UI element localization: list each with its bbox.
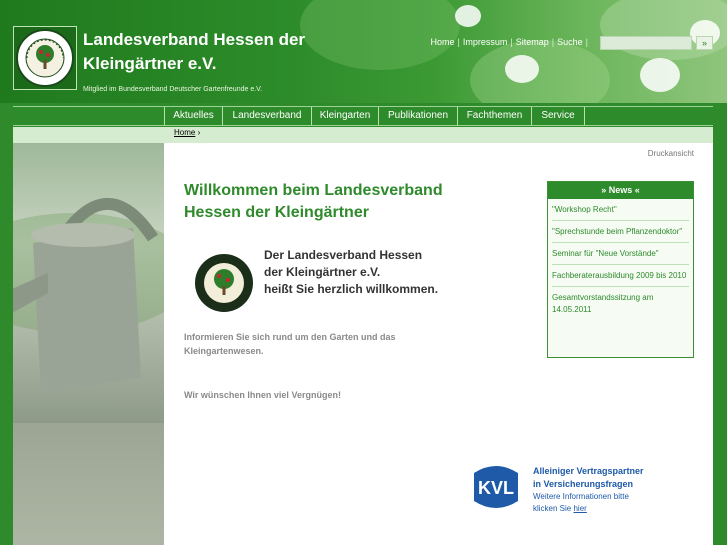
breadcrumb-home-link[interactable]: Home xyxy=(174,128,195,137)
kvl-title-line: in Versicherungsfragen xyxy=(533,479,634,489)
kvl-logo-icon: KVL xyxy=(474,466,518,508)
greeting-text: Der Landesverband Hessen der Kleingärtne… xyxy=(264,247,438,298)
greeting-line: Der Landesverband Hessen xyxy=(264,248,423,262)
nav-item-publikationen[interactable]: Publikationen xyxy=(378,107,457,125)
info-text: Informieren Sie sich rund um den Garten … xyxy=(184,332,396,356)
nav-item-aktuelles[interactable]: Aktuelles xyxy=(164,107,222,125)
enjoy-text: Wir wünschen Ihnen viel Vergnügen! xyxy=(184,390,341,400)
foliage-decoration xyxy=(470,40,610,103)
print-view-link[interactable]: Druckansicht xyxy=(648,149,694,158)
nav-item-landesverband[interactable]: Landesverband xyxy=(222,107,311,125)
topnav-home-link[interactable]: Home xyxy=(431,37,455,47)
watering-can-icon xyxy=(13,197,164,545)
watering-can-image xyxy=(13,143,164,545)
kvl-title-line: Alleiniger Vertragspartner xyxy=(533,466,644,476)
page-title: Willkommen beim Landesverband Hessen der… xyxy=(184,182,443,221)
news-item[interactable]: Seminar für "Neue Vorstände" xyxy=(552,243,689,265)
topnav-sitemap-link[interactable]: Sitemap xyxy=(516,37,549,47)
kvl-more-line: Weitere Informationen bitte xyxy=(533,492,629,501)
flower-decoration xyxy=(505,55,539,83)
news-item[interactable]: "Workshop Recht" xyxy=(552,199,689,221)
flower-decoration xyxy=(640,58,680,92)
emblem-icon xyxy=(16,29,74,87)
flower-decoration xyxy=(455,5,481,27)
nav-item-kleingarten[interactable]: Kleingarten xyxy=(311,107,378,125)
separator: | xyxy=(457,37,460,47)
kvl-logo[interactable]: KVL xyxy=(471,463,521,511)
kvl-more-link[interactable]: hier xyxy=(573,504,586,513)
main-navigation: Aktuelles Landesverband Kleingarten Publ… xyxy=(13,106,713,126)
kvl-more-line2: klicken Sie hier xyxy=(533,503,629,515)
nav-item-fachthemen[interactable]: Fachthemen xyxy=(457,107,531,125)
separator: | xyxy=(585,37,588,47)
news-item[interactable]: Gesamtvorstandssitzung am 14.05.2011 xyxy=(552,287,689,320)
kvl-more-info: Weitere Informationen bitte klicken Sie … xyxy=(533,491,629,515)
site-header: Landesverband Hessen der Kleingärtner e.… xyxy=(0,0,727,103)
content-area: Druckansicht Willkommen beim Landesverba… xyxy=(13,143,713,545)
emblem-logo xyxy=(194,253,254,313)
breadcrumb-trail: Home › xyxy=(174,128,200,137)
kvl-more-prefix: klicken Sie xyxy=(533,504,572,513)
breadcrumb-separator: › xyxy=(197,128,201,137)
emblem-icon xyxy=(195,254,253,312)
separator: | xyxy=(551,37,555,47)
news-item[interactable]: "Sprechstunde beim Pflanzendoktor" xyxy=(552,221,689,243)
topnav-suche-link[interactable]: Suche xyxy=(557,37,583,47)
kvl-title: Alleiniger Vertragspartner in Versicheru… xyxy=(533,465,644,491)
site-title-line2: Kleingärtner e.V. xyxy=(83,54,217,73)
news-list: "Workshop Recht" "Sprechstunde beim Pfla… xyxy=(548,199,693,320)
separator: | xyxy=(510,37,513,47)
site-title-line1: Landesverband Hessen der xyxy=(83,30,306,49)
search-input[interactable] xyxy=(600,36,692,50)
site-logo[interactable] xyxy=(13,26,77,90)
news-heading: » News « xyxy=(548,182,693,199)
greeting-line: heißt Sie herzlich willkommen. xyxy=(264,282,439,296)
foliage-decoration xyxy=(300,0,460,70)
topnav-impressum-link[interactable]: Impressum xyxy=(463,37,508,47)
breadcrumb: Home › xyxy=(13,127,713,143)
kvl-logo-text: KVL xyxy=(478,478,514,498)
site-subtitle: Mitglied im Bundesverband Deutscher Gart… xyxy=(83,86,263,93)
top-navigation: Home | Impressum | Sitemap | Suche | xyxy=(431,37,591,47)
news-box: » News « "Workshop Recht" "Sprechstunde … xyxy=(547,181,694,358)
search-submit-button[interactable]: » xyxy=(696,36,713,50)
greeting-line: der Kleingärtner e.V. xyxy=(264,265,381,279)
nav-item-service[interactable]: Service xyxy=(531,107,585,125)
news-item[interactable]: Fachberaterausbildung 2009 bis 2010 xyxy=(552,265,689,287)
